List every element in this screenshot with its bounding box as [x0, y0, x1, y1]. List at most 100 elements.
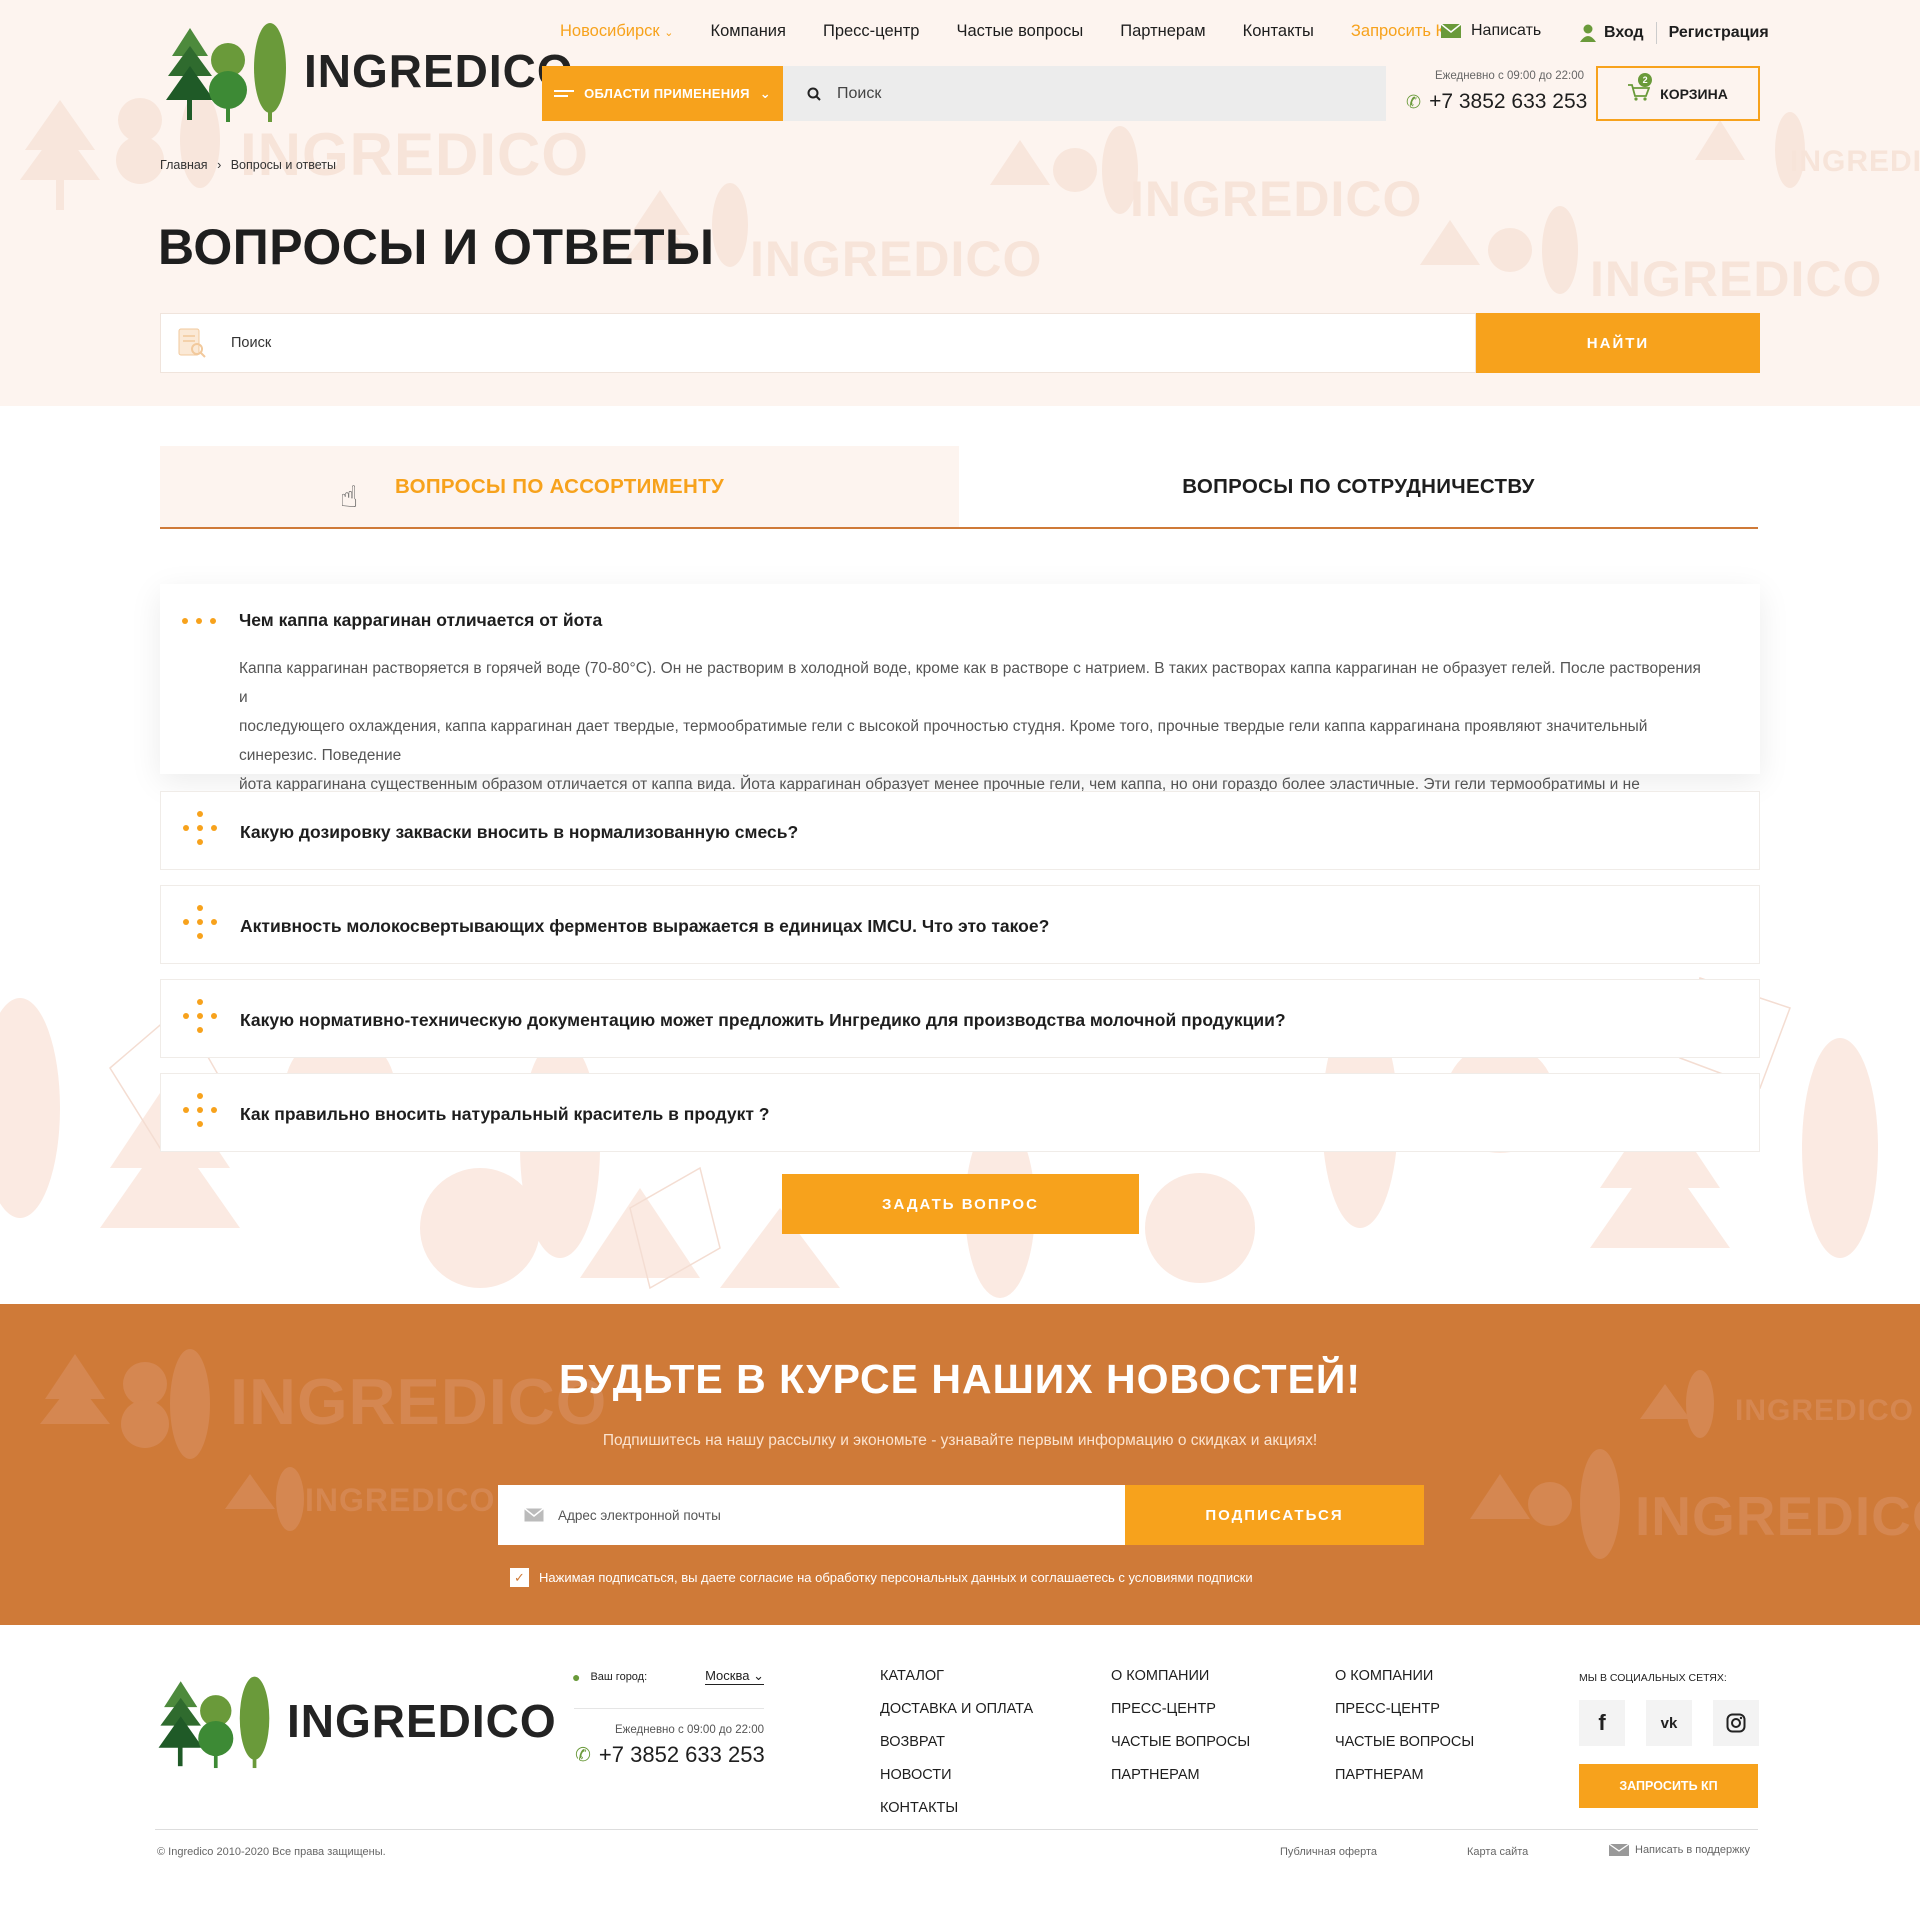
city-value: Москва	[705, 1668, 750, 1683]
faq-question: Как правильно вносить натуральный красит…	[240, 1104, 770, 1124]
header-search	[783, 66, 1386, 121]
support-link[interactable]: Написать в поддержку	[1609, 1844, 1750, 1856]
find-button[interactable]: НАЙТИ	[1476, 313, 1760, 373]
footer-link[interactable]: КАТАЛОГ	[880, 1660, 1033, 1693]
areas-button[interactable]: ОБЛАСТИ ПРИМЕНЕНИЯ ⌄	[542, 66, 783, 121]
footer-phone[interactable]: ✆ +7 3852 633 253	[575, 1742, 765, 1768]
footer-divider	[155, 1829, 1758, 1830]
consent-checkbox[interactable]: ✓	[510, 1568, 529, 1587]
footer-link[interactable]: ДОСТАВКА И ОПЛАТА	[880, 1693, 1033, 1726]
chevron-down-icon: ⌄	[664, 27, 674, 39]
write-label: Написать	[1471, 22, 1542, 39]
nav-item-press[interactable]: Пресс-центр	[823, 22, 920, 41]
footer-link[interactable]: ПРЕСС-ЦЕНТР	[1335, 1693, 1474, 1726]
footer-link[interactable]: ВОЗВРАТ	[880, 1726, 1033, 1759]
facebook-icon[interactable]: f	[1579, 1700, 1625, 1746]
faq-question: Активность молокосвертывающих ферментов …	[240, 916, 1050, 936]
public-offer-link[interactable]: Публичная оферта	[1280, 1846, 1377, 1858]
support-label: Написать в поддержку	[1635, 1844, 1750, 1856]
city-dropdown[interactable]: Москва ⌄	[705, 1668, 764, 1685]
write-link[interactable]: Написать	[1441, 22, 1541, 40]
footer-link[interactable]: ЧАСТЫЕ ВОПРОСЫ	[1111, 1726, 1250, 1759]
ask-question-button[interactable]: ЗАДАТЬ ВОПРОС	[782, 1174, 1139, 1234]
faq-search-input[interactable]	[231, 335, 1331, 351]
email-field	[498, 1485, 1125, 1545]
mail-icon	[1441, 24, 1461, 38]
phone-icon: ✆	[575, 1744, 591, 1766]
consent-row: ✓ Нажимая подписаться, вы даете согласие…	[510, 1568, 1253, 1587]
faq-item-5[interactable]: Как правильно вносить натуральный красит…	[160, 1073, 1760, 1152]
phone-number: +7 3852 633 253	[598, 1742, 765, 1767]
tab-cooperation[interactable]: ВОПРОСЫ ПО СОТРУДНИЧЕСТВУ	[959, 446, 1758, 527]
mail-icon	[524, 1508, 544, 1522]
footer-link[interactable]: ПРЕСС-ЦЕНТР	[1111, 1693, 1250, 1726]
footer-link[interactable]: О КОМПАНИИ	[1111, 1660, 1250, 1693]
cart-label: КОРЗИНА	[1660, 85, 1728, 102]
chevron-down-icon: ⌄	[759, 85, 771, 101]
schedule-text: Ежедневно с 09:00 до 22:00	[1434, 70, 1584, 82]
cart-button[interactable]: 2 КОРЗИНА	[1596, 66, 1760, 121]
faq-item-3[interactable]: Активность молокосвертывающих ферментов …	[160, 885, 1760, 964]
tab-assortment[interactable]: ☝ ВОПРОСЫ ПО АССОРТИМЕНТУ	[160, 446, 959, 527]
copyright: © Ingredico 2010-2020 Все права защищены…	[157, 1846, 386, 1858]
header-phone[interactable]: ✆ +7 3852 633 253	[1406, 90, 1587, 114]
footer-col-2: О КОМПАНИИ ПРЕСС-ЦЕНТР ЧАСТЫЕ ВОПРОСЫ ПА…	[1111, 1660, 1250, 1792]
footer-logo[interactable]: INGREDICO	[153, 1668, 557, 1773]
nav-item-faq[interactable]: Частые вопросы	[956, 22, 1083, 41]
footer-link[interactable]: ПАРТНЕРАМ	[1111, 1759, 1250, 1792]
faq-tabs: ☝ ВОПРОСЫ ПО АССОРТИМЕНТУ ВОПРОСЫ ПО СОТ…	[160, 446, 1758, 529]
subscribe-button[interactable]: ПОДПИСАТЬСЯ	[1125, 1485, 1424, 1545]
footer-link[interactable]: НОВОСТИ	[880, 1759, 1033, 1792]
faq-item-4[interactable]: Какую нормативно-техническую документаци…	[160, 979, 1760, 1058]
footer-request-kp-button[interactable]: ЗАПРОСИТЬ КП	[1579, 1764, 1758, 1808]
breadcrumb: Главная › Вопросы и ответы	[160, 158, 336, 172]
nav-item-partners[interactable]: Партнерам	[1120, 22, 1205, 41]
footer-col-3: О КОМПАНИИ ПРЕСС-ЦЕНТР ЧАСТЫЕ ВОПРОСЫ ПА…	[1335, 1660, 1474, 1792]
sitemap-link[interactable]: Карта сайта	[1467, 1846, 1528, 1858]
document-search-icon	[178, 328, 206, 358]
faq-question: Чем каппа каррагинан отличается от йота	[239, 610, 603, 630]
vk-icon[interactable]: vk	[1646, 1700, 1692, 1746]
nav-item-contacts[interactable]: Контакты	[1243, 22, 1314, 41]
faq-answer-line: Каппа каррагинан растворяется в горячей …	[239, 660, 1701, 706]
instagram-icon[interactable]	[1713, 1700, 1759, 1746]
cursor-hand-icon: ☝	[340, 481, 359, 514]
user-icon	[1580, 24, 1596, 42]
check-icon: ✓	[514, 1569, 525, 1585]
faq-item-1[interactable]: Чем каппа каррагинан отличается от йота …	[160, 584, 1760, 822]
tab-assortment-label: ВОПРОСЫ ПО АССОРТИМЕНТУ	[395, 474, 724, 498]
site-logo[interactable]: INGREDICO	[160, 18, 574, 123]
city-label: Новосибирск	[560, 22, 660, 40]
social-links: f vk	[1579, 1700, 1759, 1746]
logo-trees-icon	[166, 23, 286, 122]
footer-col-1: КАТАЛОГ ДОСТАВКА И ОПЛАТА ВОЗВРАТ НОВОСТ…	[880, 1660, 1033, 1825]
divider	[1655, 22, 1657, 44]
login-link[interactable]: Вход	[1604, 24, 1644, 42]
nav-item-company[interactable]: Компания	[710, 22, 786, 41]
faq-search	[160, 313, 1476, 373]
email-input[interactable]	[558, 1507, 1078, 1523]
menu-icon	[554, 87, 575, 100]
city-selector[interactable]: Новосибирск ⌄	[560, 22, 673, 41]
faq-question: Какую дозировку закваски вносить в норма…	[240, 822, 799, 842]
consent-text: Нажимая подписаться, вы даете согласие н…	[539, 1570, 1253, 1585]
phone-icon: ✆	[1406, 91, 1422, 112]
footer-link[interactable]: ЧАСТЫЕ ВОПРОСЫ	[1335, 1726, 1474, 1759]
breadcrumb-home[interactable]: Главная	[160, 158, 208, 172]
areas-label: ОБЛАСТИ ПРИМЕНЕНИЯ	[584, 86, 750, 101]
register-link[interactable]: Регистрация	[1669, 24, 1769, 42]
cart-icon: 2	[1628, 73, 1653, 104]
faq-item-2[interactable]: Какую дозировку закваски вносить в норма…	[160, 791, 1760, 870]
footer-link[interactable]: О КОМПАНИИ	[1335, 1660, 1474, 1693]
chevron-down-icon: ⌄	[753, 1668, 764, 1683]
divider	[574, 1708, 764, 1709]
footer-link[interactable]: КОНТАКТЫ	[880, 1792, 1033, 1825]
logo-trees-icon	[158, 1676, 270, 1769]
newsletter-title: БУДЬТЕ В КУРСЕ НАШИХ НОВОСТЕЙ!	[558, 1356, 1362, 1402]
header-search-input[interactable]	[837, 84, 1337, 103]
breadcrumb-current: Вопросы и ответы	[230, 158, 336, 172]
footer-link[interactable]: ПАРТНЕРАМ	[1335, 1759, 1474, 1792]
auth-links: Вход Регистрация	[1580, 22, 1769, 44]
faq-answer-line: последующего охлаждения, каппа каррагина…	[239, 718, 1648, 764]
breadcrumb-separator: ›	[217, 158, 222, 172]
